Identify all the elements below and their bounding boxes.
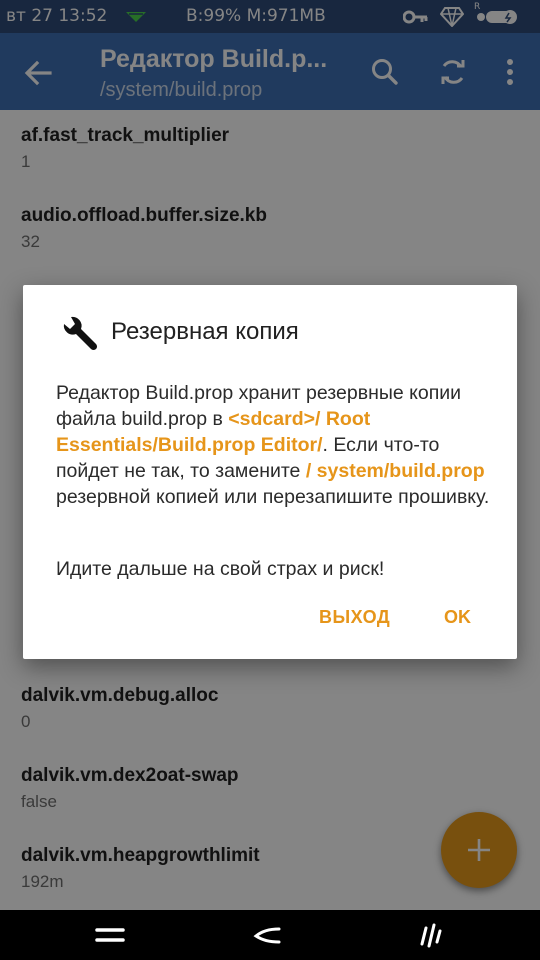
- dialog-message: Редактор Build.prop хранит резервные коп…: [56, 380, 496, 510]
- navigation-bar: [0, 910, 540, 960]
- home-icon[interactable]: [94, 924, 126, 946]
- dialog-warning: Идите дальше на свой страх и риск!: [56, 558, 385, 580]
- ok-button[interactable]: OK: [444, 607, 471, 628]
- system-file-path: / system/build.prop: [305, 460, 485, 482]
- backup-dialog: Резервная копия Редактор Build.prop хран…: [23, 285, 517, 659]
- recents-icon[interactable]: [416, 922, 444, 948]
- wrench-icon: [63, 316, 98, 351]
- exit-button[interactable]: ВЫХОД: [319, 607, 390, 628]
- dialog-title: Резервная копия: [111, 318, 299, 345]
- dialog-text: резервной копией или перезапишите прошив…: [56, 486, 490, 508]
- back-icon[interactable]: [252, 924, 282, 946]
